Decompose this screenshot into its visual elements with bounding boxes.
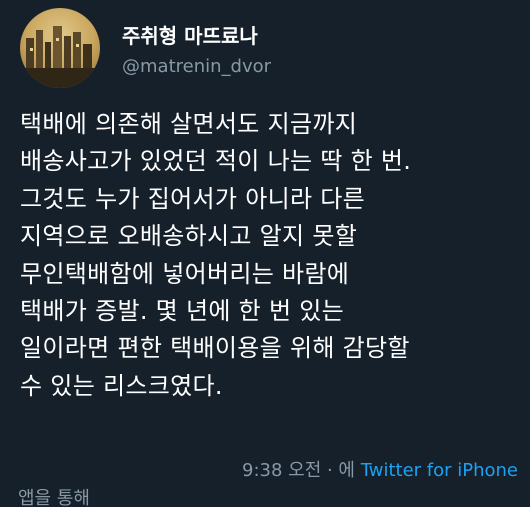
avatar-image (20, 8, 100, 88)
tweet-text-line: 무인택배함에 넣어버리는 바람에 (20, 259, 350, 288)
tweet-metadata: 9:38 오전 · 에 Twitter for iPhone (242, 456, 518, 482)
source-app-link[interactable]: Twitter for iPhone (361, 460, 518, 481)
tweet-text-line: 수 있는 리스크였다. (20, 371, 223, 400)
tweet-text-line: 배송사고가 있었던 적이 나는 딱 한 번. (20, 147, 412, 176)
user-handle[interactable]: @matrenin_dvor (122, 56, 271, 77)
tweet-text-line: 택배에 의존해 살면서도 지금까지 (20, 110, 358, 138)
tweet-text-line: 일이라면 편한 택배이용을 위해 감당할 (20, 334, 410, 363)
via-label: 앱을 통해 (18, 488, 90, 507)
tweet-text: 택배에 의존해 살면서도 지금까지 배송사고가 있었던 적이 나는 딱 한 번.… (20, 106, 520, 405)
tweet-text-line: 지역으로 오배송하시고 알지 못할 (20, 222, 358, 251)
avatar[interactable] (20, 8, 100, 88)
display-name[interactable]: 주취형 마뜨료나 (122, 20, 258, 49)
tweet-text-line: 택배가 증발. 몇 년에 한 번 있는 (20, 297, 345, 326)
metadata-separator: · 에 (321, 460, 361, 481)
tweet-timestamp[interactable]: 9:38 오전 (242, 460, 321, 481)
tweet-text-line: 그것도 누가 집어서가 아니라 다른 (20, 184, 366, 213)
